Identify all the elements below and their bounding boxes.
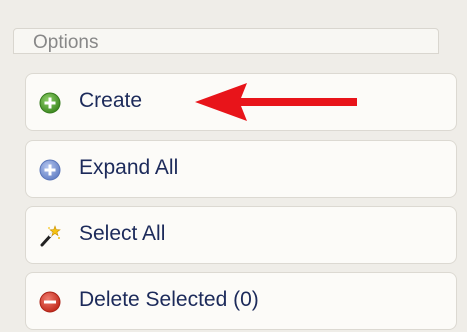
select-all-button[interactable]: Select All	[25, 206, 457, 264]
options-title: Options	[33, 32, 99, 53]
expand-all-label: Expand All	[79, 156, 179, 179]
options-panel: Options Create Expand All Select All Del…	[0, 0, 467, 332]
plus-circle-icon	[39, 92, 61, 114]
select-all-label: Select All	[79, 222, 166, 245]
magic-wand-icon	[40, 225, 61, 247]
options-header: Options	[13, 28, 439, 54]
annotation-arrow	[195, 83, 357, 121]
delete-selected-button[interactable]: Delete Selected (0)	[25, 272, 457, 330]
expand-all-button[interactable]: Expand All	[25, 140, 457, 198]
create-label: Create	[79, 89, 143, 112]
minus-circle-icon	[39, 291, 61, 313]
delete-selected-label: Delete Selected (0)	[79, 288, 259, 311]
plus-circle-icon	[39, 159, 61, 181]
